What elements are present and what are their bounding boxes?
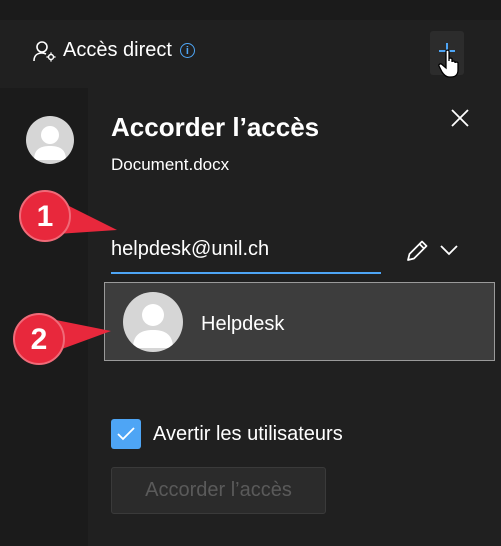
callout-1-number: 1 <box>37 200 54 233</box>
panel-title: Accorder l’accès <box>111 112 320 142</box>
notify-users-option[interactable]: Avertir les utilisateurs <box>111 419 343 449</box>
pencil-icon[interactable] <box>404 238 430 264</box>
suggestion-avatar <box>123 292 183 352</box>
callout-1: 1 <box>19 190 117 242</box>
suggestion-name: Helpdesk <box>201 313 285 335</box>
notify-label: Avertir les utilisateurs <box>153 422 343 445</box>
close-icon[interactable] <box>448 106 472 130</box>
hand-cursor-icon <box>438 49 459 78</box>
suggestion-item[interactable]: Helpdesk <box>104 282 495 361</box>
checkmark-icon <box>117 427 135 441</box>
direct-access-header[interactable]: Accès direct i <box>33 39 195 62</box>
callout-2-number: 2 <box>31 323 48 356</box>
document-name: Document.docx <box>111 155 230 174</box>
grant-access-button[interactable]: Accorder l’accès <box>111 467 326 514</box>
notify-checkbox[interactable] <box>111 419 141 449</box>
email-input[interactable] <box>111 226 381 274</box>
person-icon <box>133 304 173 348</box>
add-people-button[interactable] <box>430 31 464 78</box>
user-settings-icon <box>33 40 56 61</box>
person-icon <box>34 126 66 160</box>
direct-access-label: Accès direct <box>63 39 172 61</box>
callout-2: 2 <box>13 313 111 365</box>
info-icon[interactable]: i <box>179 43 195 58</box>
owner-avatar <box>26 116 74 164</box>
chevron-down-icon[interactable] <box>440 244 458 256</box>
